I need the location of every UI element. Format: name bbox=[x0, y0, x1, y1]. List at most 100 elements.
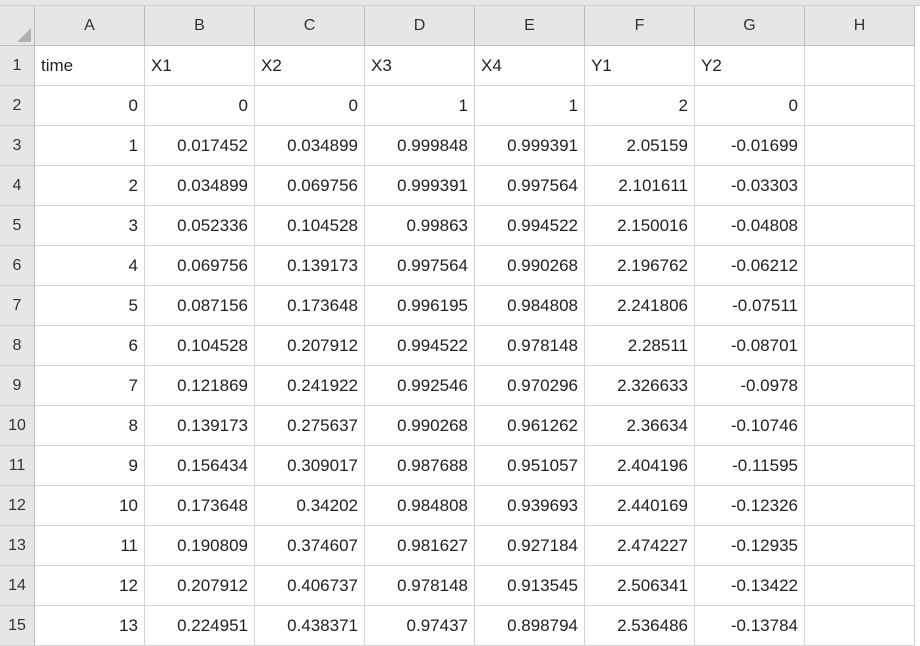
cell-H5[interactable] bbox=[805, 206, 915, 246]
cell-D12[interactable]: 0.984808 bbox=[365, 486, 475, 526]
cell-E1[interactable]: X4 bbox=[475, 46, 585, 86]
row-header-5[interactable]: 5 bbox=[0, 206, 35, 246]
cell-G13[interactable]: -0.12935 bbox=[695, 526, 805, 566]
cell-D7[interactable]: 0.996195 bbox=[365, 286, 475, 326]
column-header-A[interactable]: A bbox=[35, 6, 145, 46]
cell-E14[interactable]: 0.913545 bbox=[475, 566, 585, 606]
cell-E2[interactable]: 1 bbox=[475, 86, 585, 126]
cell-F8[interactable]: 2.28511 bbox=[585, 326, 695, 366]
row-header-12[interactable]: 12 bbox=[0, 486, 35, 526]
cell-F6[interactable]: 2.196762 bbox=[585, 246, 695, 286]
cell-B15[interactable]: 0.224951 bbox=[145, 606, 255, 646]
cell-F10[interactable]: 2.36634 bbox=[585, 406, 695, 446]
select-all-corner[interactable] bbox=[0, 6, 35, 46]
cell-G6[interactable]: -0.06212 bbox=[695, 246, 805, 286]
cell-A1[interactable]: time bbox=[35, 46, 145, 86]
cell-A9[interactable]: 7 bbox=[35, 366, 145, 406]
cell-B9[interactable]: 0.121869 bbox=[145, 366, 255, 406]
cell-H12[interactable] bbox=[805, 486, 915, 526]
cell-H6[interactable] bbox=[805, 246, 915, 286]
cell-F1[interactable]: Y1 bbox=[585, 46, 695, 86]
cell-A3[interactable]: 1 bbox=[35, 126, 145, 166]
cell-B3[interactable]: 0.017452 bbox=[145, 126, 255, 166]
row-header-1[interactable]: 1 bbox=[0, 46, 35, 86]
cell-C5[interactable]: 0.104528 bbox=[255, 206, 365, 246]
cell-H15[interactable] bbox=[805, 606, 915, 646]
cell-D3[interactable]: 0.999848 bbox=[365, 126, 475, 166]
cell-E6[interactable]: 0.990268 bbox=[475, 246, 585, 286]
row-header-14[interactable]: 14 bbox=[0, 566, 35, 606]
column-header-G[interactable]: G bbox=[695, 6, 805, 46]
cell-C2[interactable]: 0 bbox=[255, 86, 365, 126]
cell-H1[interactable] bbox=[805, 46, 915, 86]
cell-A7[interactable]: 5 bbox=[35, 286, 145, 326]
cell-H11[interactable] bbox=[805, 446, 915, 486]
cell-D10[interactable]: 0.990268 bbox=[365, 406, 475, 446]
cell-B12[interactable]: 0.173648 bbox=[145, 486, 255, 526]
cell-B6[interactable]: 0.069756 bbox=[145, 246, 255, 286]
cell-G15[interactable]: -0.13784 bbox=[695, 606, 805, 646]
cell-D1[interactable]: X3 bbox=[365, 46, 475, 86]
cell-B1[interactable]: X1 bbox=[145, 46, 255, 86]
cell-F7[interactable]: 2.241806 bbox=[585, 286, 695, 326]
cell-C4[interactable]: 0.069756 bbox=[255, 166, 365, 206]
cell-A15[interactable]: 13 bbox=[35, 606, 145, 646]
cell-F9[interactable]: 2.326633 bbox=[585, 366, 695, 406]
cell-H9[interactable] bbox=[805, 366, 915, 406]
row-header-8[interactable]: 8 bbox=[0, 326, 35, 366]
cell-B5[interactable]: 0.052336 bbox=[145, 206, 255, 246]
cell-B2[interactable]: 0 bbox=[145, 86, 255, 126]
cell-D8[interactable]: 0.994522 bbox=[365, 326, 475, 366]
cell-G5[interactable]: -0.04808 bbox=[695, 206, 805, 246]
row-header-15[interactable]: 15 bbox=[0, 606, 35, 646]
cell-A12[interactable]: 10 bbox=[35, 486, 145, 526]
cell-B8[interactable]: 0.104528 bbox=[145, 326, 255, 366]
cell-H7[interactable] bbox=[805, 286, 915, 326]
cell-G7[interactable]: -0.07511 bbox=[695, 286, 805, 326]
cell-F14[interactable]: 2.506341 bbox=[585, 566, 695, 606]
cell-G3[interactable]: -0.01699 bbox=[695, 126, 805, 166]
cell-A4[interactable]: 2 bbox=[35, 166, 145, 206]
cell-B4[interactable]: 0.034899 bbox=[145, 166, 255, 206]
cell-D9[interactable]: 0.992546 bbox=[365, 366, 475, 406]
column-header-F[interactable]: F bbox=[585, 6, 695, 46]
cell-D13[interactable]: 0.981627 bbox=[365, 526, 475, 566]
column-header-E[interactable]: E bbox=[475, 6, 585, 46]
row-header-13[interactable]: 13 bbox=[0, 526, 35, 566]
cell-E11[interactable]: 0.951057 bbox=[475, 446, 585, 486]
cell-D14[interactable]: 0.978148 bbox=[365, 566, 475, 606]
cell-G12[interactable]: -0.12326 bbox=[695, 486, 805, 526]
cell-C8[interactable]: 0.207912 bbox=[255, 326, 365, 366]
cell-C6[interactable]: 0.139173 bbox=[255, 246, 365, 286]
cell-H3[interactable] bbox=[805, 126, 915, 166]
cell-E8[interactable]: 0.978148 bbox=[475, 326, 585, 366]
cell-B10[interactable]: 0.139173 bbox=[145, 406, 255, 446]
column-header-H[interactable]: H bbox=[805, 6, 915, 46]
column-header-C[interactable]: C bbox=[255, 6, 365, 46]
cell-C12[interactable]: 0.34202 bbox=[255, 486, 365, 526]
row-header-6[interactable]: 6 bbox=[0, 246, 35, 286]
cell-C9[interactable]: 0.241922 bbox=[255, 366, 365, 406]
column-header-D[interactable]: D bbox=[365, 6, 475, 46]
cell-G14[interactable]: -0.13422 bbox=[695, 566, 805, 606]
row-header-10[interactable]: 10 bbox=[0, 406, 35, 446]
row-header-2[interactable]: 2 bbox=[0, 86, 35, 126]
cell-C10[interactable]: 0.275637 bbox=[255, 406, 365, 446]
cell-A6[interactable]: 4 bbox=[35, 246, 145, 286]
cell-H4[interactable] bbox=[805, 166, 915, 206]
cell-E13[interactable]: 0.927184 bbox=[475, 526, 585, 566]
cell-D4[interactable]: 0.999391 bbox=[365, 166, 475, 206]
cell-E5[interactable]: 0.994522 bbox=[475, 206, 585, 246]
cell-C14[interactable]: 0.406737 bbox=[255, 566, 365, 606]
cell-D5[interactable]: 0.99863 bbox=[365, 206, 475, 246]
cell-C11[interactable]: 0.309017 bbox=[255, 446, 365, 486]
row-header-9[interactable]: 9 bbox=[0, 366, 35, 406]
cell-A11[interactable]: 9 bbox=[35, 446, 145, 486]
cell-F12[interactable]: 2.440169 bbox=[585, 486, 695, 526]
cell-H8[interactable] bbox=[805, 326, 915, 366]
cell-F5[interactable]: 2.150016 bbox=[585, 206, 695, 246]
cell-C7[interactable]: 0.173648 bbox=[255, 286, 365, 326]
cell-C3[interactable]: 0.034899 bbox=[255, 126, 365, 166]
cell-E12[interactable]: 0.939693 bbox=[475, 486, 585, 526]
cell-F4[interactable]: 2.101611 bbox=[585, 166, 695, 206]
